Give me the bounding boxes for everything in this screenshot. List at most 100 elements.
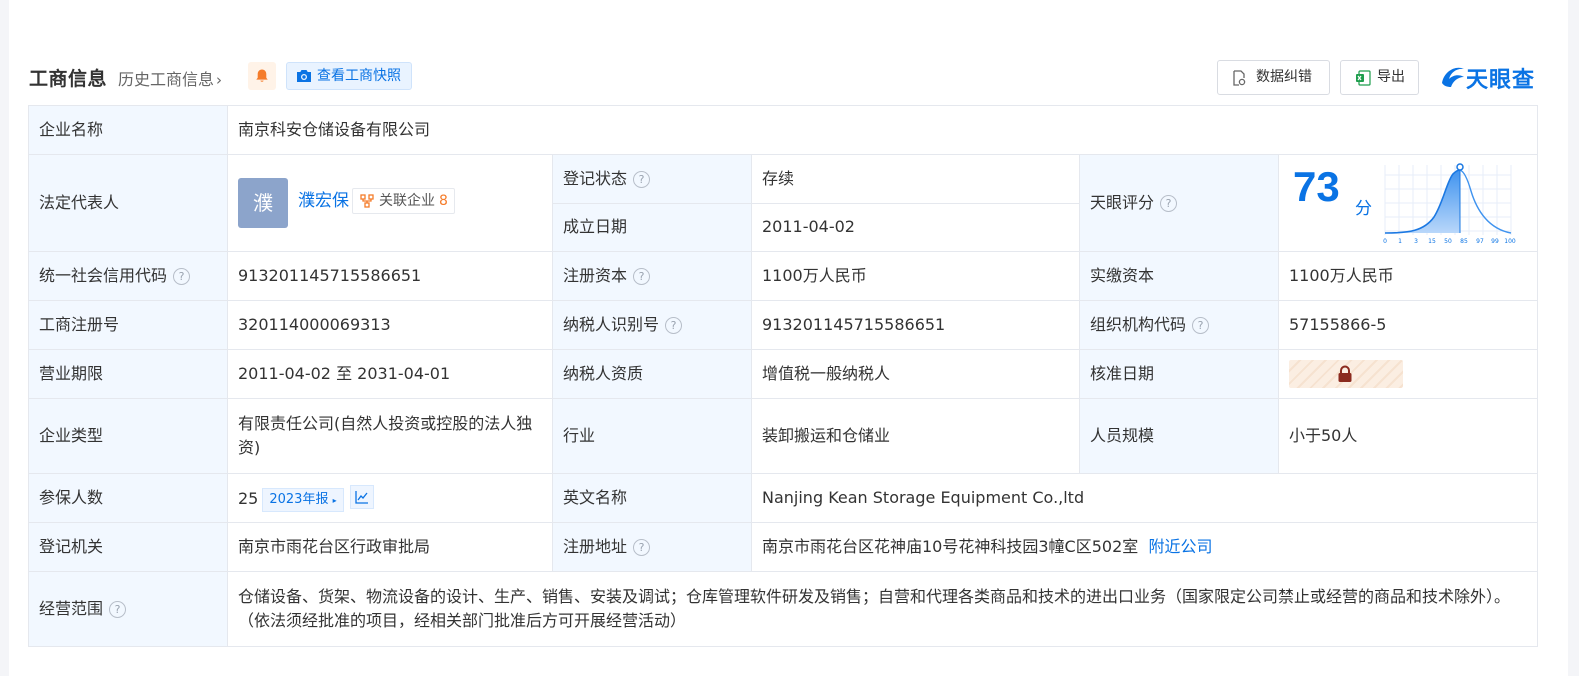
reg-number-value: 320114000069313 xyxy=(227,300,553,350)
scope-label-cell: 经营范围? xyxy=(28,571,228,647)
help-icon[interactable]: ? xyxy=(633,268,651,285)
english-name-value: Nanjing Kean Storage Equipment Co.,ltd xyxy=(750,473,1539,523)
tax-qual-value: 增值税一般纳税人 xyxy=(751,349,1080,399)
nearby-companies-link[interactable]: 附近公司 xyxy=(1148,537,1212,556)
tax-id-label-cell: 纳税人识别号? xyxy=(552,300,752,350)
table-row: 法定代表人 濮濮宏保 关联企业 8 登记状态? 存续 天眼评分? 73 分 0 … xyxy=(28,154,1539,252)
english-name-label: 英文名称 xyxy=(552,473,752,523)
table-row: 企业名称 南京科安仓储设备有限公司 xyxy=(28,105,1539,155)
export-label: 导出 xyxy=(1377,69,1405,85)
score-distribution-chart: 0 1 3 15 50 85 97 99 100 xyxy=(1383,163,1516,245)
score-widget: 73 分 0 1 3 15 50 85 97 99 100 xyxy=(1279,155,1537,251)
reg-status-value: 存续 xyxy=(751,154,1080,204)
annual-report-year-label: 2023年报 xyxy=(269,491,329,507)
tax-id-value: 913201145715586651 xyxy=(751,300,1080,350)
history-link[interactable]: 历史工商信息 › xyxy=(118,66,222,90)
help-icon[interactable]: ? xyxy=(1192,317,1210,334)
paid-capital-value: 1100万人民币 xyxy=(1277,251,1539,301)
excel-icon xyxy=(1356,70,1371,86)
credit-code-label-cell: 统一社会信用代码? xyxy=(28,251,228,301)
export-button[interactable]: 导出 xyxy=(1340,60,1419,95)
company-type-value: 有限责任公司(自然人投资或控股的法人独资) xyxy=(227,398,553,474)
address-cell: 南京市雨花台区花神庙10号花神科技园3幢C区502室 附近公司 xyxy=(750,522,1539,572)
paid-capital-label: 实缴资本 xyxy=(1079,251,1279,301)
legal-rep-cell: 濮濮宏保 关联企业 8 xyxy=(227,154,553,252)
line-chart-icon xyxy=(354,490,368,504)
network-icon xyxy=(360,194,374,208)
company-name-value: 南京科安仓储设备有限公司 xyxy=(226,105,1539,155)
legal-rep-name-link[interactable]: 濮宏保 xyxy=(298,189,349,213)
staff-value: 小于50人 xyxy=(1277,398,1539,474)
axis-tick: 3 xyxy=(1414,238,1418,245)
trend-chart-button[interactable] xyxy=(349,484,374,509)
credit-code-value: 913201145715586651 xyxy=(227,251,553,301)
approve-date-cell xyxy=(1277,349,1539,399)
scope-label: 经营范围 xyxy=(39,599,104,618)
org-code-label-cell: 组织机构代码? xyxy=(1079,300,1279,350)
approve-date-label: 核准日期 xyxy=(1079,349,1279,399)
snapshot-button-label: 查看工商快照 xyxy=(317,68,401,84)
axis-tick: 1 xyxy=(1398,238,1402,245)
section-header: 工商信息 历史工商信息 › 查看工商快照 数据纠错 导出 天眼查 xyxy=(29,56,1549,96)
business-info-table: 企业名称 南京科安仓储设备有限公司 法定代表人 濮濮宏保 关联企业 8 登记状态? … xyxy=(28,105,1539,647)
tax-qual-label: 纳税人资质 xyxy=(552,349,752,399)
table-row: 企业类型 有限责任公司(自然人投资或控股的法人独资) 行业 装卸搬运和仓储业 人… xyxy=(28,398,1539,474)
help-icon[interactable]: ? xyxy=(1160,195,1178,212)
avatar[interactable]: 濮 xyxy=(238,178,288,228)
term-label: 营业期限 xyxy=(28,349,228,399)
logo-text: 天眼查 xyxy=(1466,68,1536,93)
reg-number-label: 工商注册号 xyxy=(28,300,228,350)
chevron-right-icon: › xyxy=(216,71,223,89)
table-row: 统一社会信用代码? 913201145715586651 注册资本? 1100万… xyxy=(28,251,1539,301)
bell-button[interactable] xyxy=(248,62,276,90)
reg-capital-label-cell: 注册资本? xyxy=(552,251,752,301)
score-value: 73 xyxy=(1293,163,1340,210)
locked-value[interactable] xyxy=(1289,360,1403,388)
business-info-card: 工商信息 历史工商信息 › 查看工商快照 数据纠错 导出 天眼查 企业名称 南京科… xyxy=(9,0,1568,676)
reg-capital-label: 注册资本 xyxy=(563,266,628,285)
founded-label: 成立日期 xyxy=(552,202,752,252)
axis-tick: 97 xyxy=(1476,238,1484,245)
address-label: 注册地址 xyxy=(563,537,628,556)
help-icon[interactable]: ? xyxy=(633,539,651,556)
help-icon[interactable]: ? xyxy=(665,317,683,334)
tax-id-label: 纳税人识别号 xyxy=(563,315,660,334)
help-icon[interactable]: ? xyxy=(109,601,127,618)
related-companies-label: 关联企业 xyxy=(379,193,435,209)
table-row: 参保人数 25 2023年报 ▸ 英文名称 Nanjing Kean Storag… xyxy=(28,473,1539,523)
axis-tick: 99 xyxy=(1491,238,1499,245)
table-row: 工商注册号 320114000069313 纳税人识别号? 9132011457… xyxy=(28,300,1539,350)
table-row: 登记机关 南京市雨花台区行政审批局 注册地址? 南京市雨花台区花神庙10号花神科… xyxy=(28,522,1539,572)
reg-capital-value: 1100万人民币 xyxy=(751,251,1080,301)
authority-value: 南京市雨花台区行政审批局 xyxy=(227,522,553,572)
data-correction-button[interactable]: 数据纠错 xyxy=(1217,60,1330,95)
snapshot-button[interactable]: 查看工商快照 xyxy=(286,62,412,90)
term-value: 2011-04-02 至 2031-04-01 xyxy=(227,349,553,399)
caret-right-icon: ▸ xyxy=(332,495,337,505)
camera-icon xyxy=(297,70,311,82)
org-code-label: 组织机构代码 xyxy=(1090,315,1187,334)
edit-document-icon xyxy=(1233,70,1246,86)
credit-code-label: 统一社会信用代码 xyxy=(39,266,168,285)
company-type-label: 企业类型 xyxy=(28,398,228,474)
score-label: 天眼评分 xyxy=(1090,193,1155,212)
axis-tick: 85 xyxy=(1460,238,1468,245)
industry-label: 行业 xyxy=(552,398,752,474)
insured-cell: 25 2023年报 ▸ xyxy=(227,473,553,523)
annual-report-year-tag[interactable]: 2023年报 ▸ xyxy=(262,487,344,512)
staff-label: 人员规模 xyxy=(1079,398,1279,474)
score-cell[interactable]: 73 分 0 1 3 15 50 85 97 99 100 xyxy=(1277,154,1539,252)
help-icon[interactable]: ? xyxy=(173,268,191,285)
axis-tick: 15 xyxy=(1428,238,1436,245)
reg-status-label-cell: 登记状态? xyxy=(552,154,752,204)
insured-label: 参保人数 xyxy=(28,473,228,523)
axis-tick: 50 xyxy=(1444,238,1452,245)
related-companies-button[interactable]: 关联企业 8 xyxy=(352,188,455,214)
legal-rep-label: 法定代表人 xyxy=(28,154,228,252)
lock-icon xyxy=(1338,365,1352,382)
axis-tick: 100 xyxy=(1504,238,1516,245)
score-unit: 分 xyxy=(1355,199,1372,219)
authority-label: 登记机关 xyxy=(28,522,228,572)
help-icon[interactable]: ? xyxy=(633,170,651,188)
table-row: 营业期限 2011-04-02 至 2031-04-01 纳税人资质 增值税一般… xyxy=(28,349,1539,399)
